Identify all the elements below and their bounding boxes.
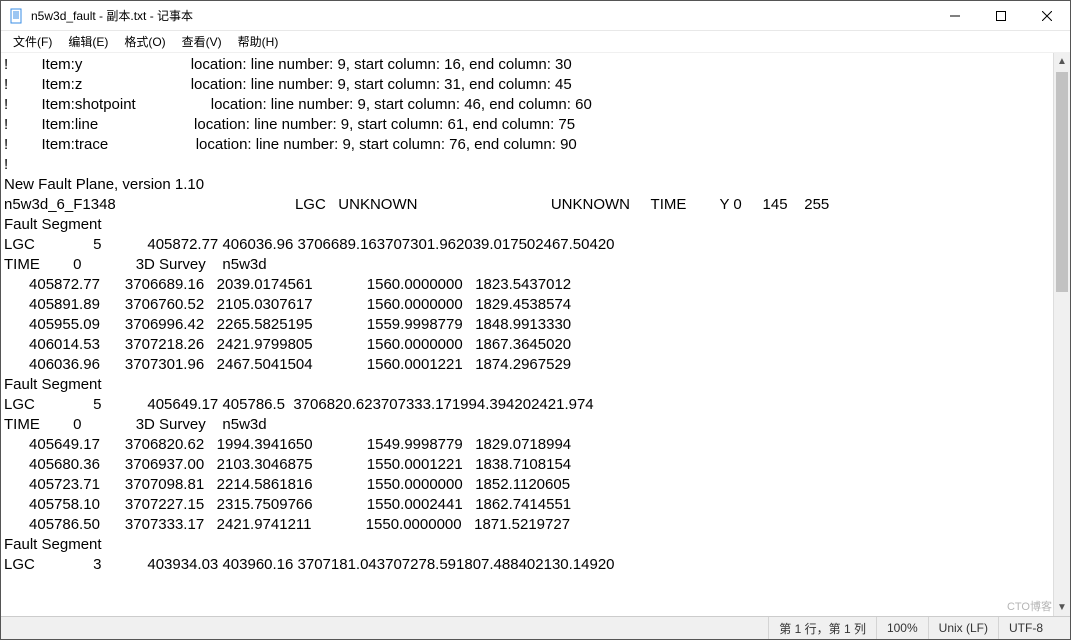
editor-area: ! Item:y location: line number: 9, start… bbox=[1, 53, 1070, 616]
minimize-button[interactable] bbox=[932, 1, 978, 31]
scroll-thumb[interactable] bbox=[1056, 72, 1068, 292]
app-icon bbox=[9, 8, 25, 24]
close-button[interactable] bbox=[1024, 1, 1070, 31]
status-bar: 第 1 行，第 1 列 100% Unix (LF) UTF-8 bbox=[1, 616, 1070, 639]
menu-file[interactable]: 文件(F) bbox=[5, 31, 60, 52]
scroll-track[interactable] bbox=[1054, 70, 1070, 599]
status-grip bbox=[1053, 617, 1070, 639]
maximize-button[interactable] bbox=[978, 1, 1024, 31]
status-encoding: UTF-8 bbox=[998, 617, 1053, 639]
close-icon bbox=[1042, 11, 1052, 21]
status-zoom: 100% bbox=[876, 617, 928, 639]
window-title: n5w3d_fault - 副本.txt - 记事本 bbox=[31, 7, 193, 24]
menu-bar: 文件(F) 编辑(E) 格式(O) 查看(V) 帮助(H) bbox=[1, 31, 1070, 53]
scroll-up-arrow-icon[interactable]: ▲ bbox=[1054, 53, 1070, 70]
text-content[interactable]: ! Item:y location: line number: 9, start… bbox=[1, 53, 1053, 616]
menu-view[interactable]: 查看(V) bbox=[174, 31, 230, 52]
minimize-icon bbox=[950, 11, 960, 21]
title-bar: n5w3d_fault - 副本.txt - 记事本 bbox=[1, 1, 1070, 31]
maximize-icon bbox=[996, 11, 1006, 21]
notepad-window: n5w3d_fault - 副本.txt - 记事本 文件(F) 编辑(E) 格… bbox=[0, 0, 1071, 640]
scroll-down-arrow-icon[interactable]: ▼ bbox=[1054, 599, 1070, 616]
status-position: 第 1 行，第 1 列 bbox=[768, 617, 876, 639]
menu-edit[interactable]: 编辑(E) bbox=[60, 31, 116, 52]
vertical-scrollbar[interactable]: ▲ ▼ bbox=[1053, 53, 1070, 616]
menu-help[interactable]: 帮助(H) bbox=[230, 31, 287, 52]
menu-format[interactable]: 格式(O) bbox=[116, 31, 173, 52]
status-line-ending: Unix (LF) bbox=[928, 617, 998, 639]
